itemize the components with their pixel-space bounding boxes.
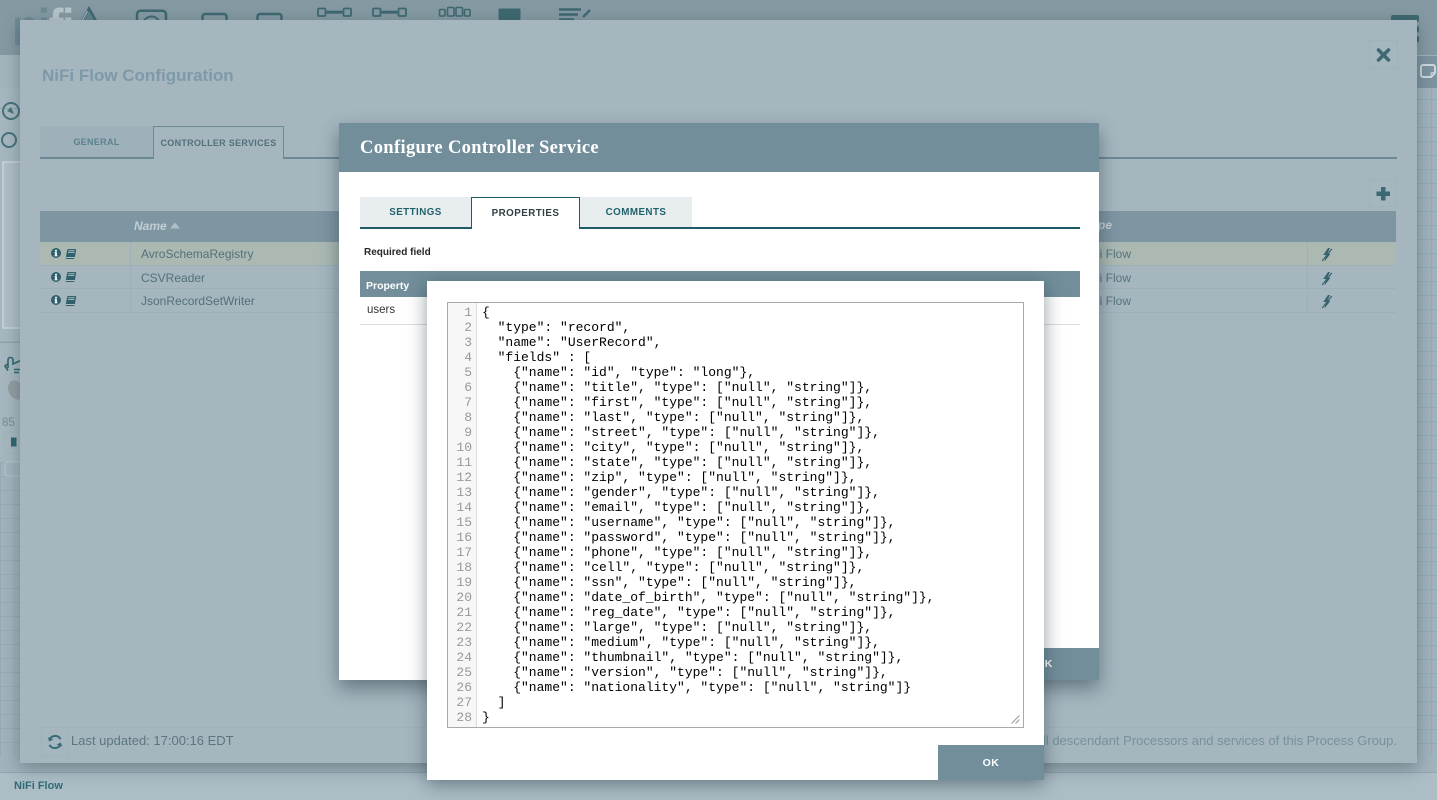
svg-text:85: 85 (2, 417, 15, 429)
